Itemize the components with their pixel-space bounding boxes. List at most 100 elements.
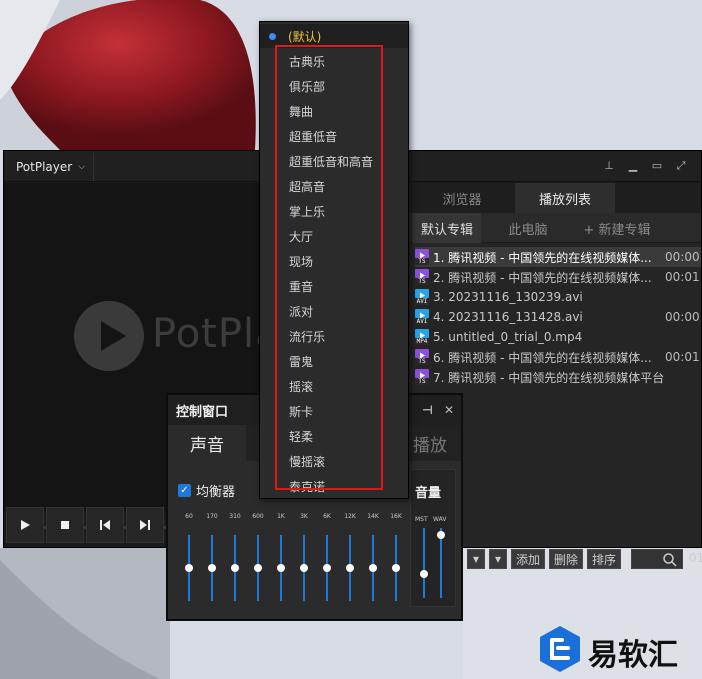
control-window-title-text: 控制窗口 bbox=[176, 404, 229, 420]
eq-slider-knob[interactable] bbox=[369, 564, 377, 572]
eq-slider-knob[interactable] bbox=[392, 564, 400, 572]
video-file-icon: TS bbox=[415, 269, 429, 285]
file-extension: TS bbox=[415, 278, 429, 285]
playlist-item-title: 2. 腾讯视频 - 中国领先的在线视频媒体... bbox=[433, 270, 652, 285]
eq-slider-knob[interactable] bbox=[208, 564, 216, 572]
app-menu-label: PotPlayer bbox=[16, 160, 73, 174]
previous-icon bbox=[100, 520, 110, 530]
tab-default-album[interactable]: 默认专辑 bbox=[413, 213, 481, 243]
eq-slider-knob[interactable] bbox=[323, 564, 331, 572]
playlist-row[interactable]: AVI 3. 20231116_130239.avi bbox=[415, 287, 701, 307]
file-extension: AVI bbox=[415, 298, 429, 305]
eq-slider-knob[interactable] bbox=[254, 564, 262, 572]
volume-channel-mst: MST bbox=[415, 516, 428, 523]
delete-button[interactable]: 删除 bbox=[549, 549, 583, 569]
playlist-row[interactable]: TS 7. 腾讯视频 - 中国领先的在线视频媒体平台,海... bbox=[415, 367, 701, 387]
move-down-button[interactable]: ▾ bbox=[489, 549, 507, 569]
fullscreen-icon[interactable]: ⤢ bbox=[674, 159, 688, 173]
playlist-item-duration: 00:00: bbox=[665, 250, 701, 264]
maximize-icon[interactable]: ▭ bbox=[650, 159, 664, 173]
equalizer-checkbox[interactable]: ✓ bbox=[178, 484, 191, 497]
tab-playlist[interactable]: 播放列表 bbox=[515, 183, 615, 213]
playlist-item-title: 4. 20231116_131428.avi bbox=[433, 310, 583, 324]
play-icon bbox=[21, 520, 30, 530]
next-button[interactable] bbox=[126, 507, 164, 543]
playlist-row[interactable]: AVI 4. 20231116_131428.avi 00:00: bbox=[415, 307, 701, 327]
eq-slider-knob[interactable] bbox=[346, 564, 354, 572]
search-box[interactable] bbox=[631, 549, 683, 569]
stop-button[interactable] bbox=[46, 507, 84, 543]
playlist-item-title: 1. 腾讯视频 - 中国领先的在线视频媒体... bbox=[433, 250, 652, 265]
volume-slider-knob[interactable] bbox=[437, 531, 445, 539]
playlist-list: TS 1. 腾讯视频 - 中国领先的在线视频媒体... 00:00: TS 2. 腾讯视… bbox=[415, 247, 701, 387]
equalizer-label: 均衡器 bbox=[196, 485, 236, 500]
app-menu-button[interactable]: PotPlayer ⌵ bbox=[6, 153, 94, 181]
eq-band-label: 16K bbox=[390, 513, 402, 520]
volume-channel-wav: WAV bbox=[433, 516, 447, 523]
volume-label: 音量 bbox=[415, 486, 442, 501]
radio-selected-icon bbox=[269, 33, 276, 40]
video-file-icon: TS bbox=[415, 249, 429, 265]
previous-button[interactable] bbox=[86, 507, 124, 543]
playlist-row[interactable]: TS 1. 腾讯视频 - 中国领先的在线视频媒体... 00:00: bbox=[415, 247, 701, 267]
highlight-annotation-box bbox=[275, 45, 383, 490]
new-album-button[interactable]: + 新建专辑 bbox=[575, 213, 659, 243]
eq-band-label: 14K bbox=[367, 513, 379, 520]
playlist-item-title: 3. 20231116_130239.avi bbox=[433, 290, 583, 304]
file-extension: TS bbox=[415, 358, 429, 365]
eq-band-label: 170 bbox=[206, 513, 218, 520]
eq-slider-knob[interactable] bbox=[277, 564, 285, 572]
video-file-icon: AVI bbox=[415, 309, 429, 325]
playlist-row[interactable]: TS 2. 腾讯视频 - 中国领先的在线视频媒体... 00:01: bbox=[415, 267, 701, 287]
volume-slider[interactable] bbox=[423, 528, 425, 598]
eq-band-label: 12K bbox=[344, 513, 356, 520]
play-button[interactable] bbox=[6, 507, 44, 543]
pin-icon[interactable]: ⊥ bbox=[602, 159, 616, 173]
sort-button[interactable]: 排序 bbox=[587, 549, 621, 569]
search-icon bbox=[663, 553, 677, 567]
potplayer-logo-icon bbox=[74, 301, 144, 371]
playlist-top-tabs: 浏览器 播放列表 bbox=[409, 183, 701, 213]
watermark: 易软汇 bbox=[538, 620, 700, 678]
add-button[interactable]: 添加 bbox=[511, 549, 545, 569]
equalizer-panel: 60 170 310 600 1K 3K 6K 12K 14K 16K bbox=[176, 507, 408, 607]
equalizer-toggle[interactable]: ✓ 均衡器 bbox=[178, 481, 235, 500]
playlist-item-duration: 00:01: bbox=[665, 270, 701, 284]
tab-sound[interactable]: 声音 bbox=[168, 425, 246, 461]
tab-this-pc[interactable]: 此电脑 bbox=[483, 213, 573, 243]
eq-band-label: 600 bbox=[252, 513, 264, 520]
file-extension: AVI bbox=[415, 318, 429, 325]
close-icon[interactable]: ✕ bbox=[444, 403, 454, 417]
eq-band-label: 6K bbox=[323, 513, 331, 520]
next-icon bbox=[140, 520, 150, 530]
watermark-logo-icon bbox=[540, 626, 580, 672]
eq-slider-knob[interactable] bbox=[185, 564, 193, 572]
time-readout: 01: bbox=[689, 551, 702, 565]
playlist-item-duration: 00:01: bbox=[665, 350, 701, 364]
eq-band-label: 60 bbox=[185, 513, 193, 520]
eq-band-label: 3K bbox=[300, 513, 308, 520]
watermark-text: 易软汇 bbox=[588, 638, 678, 673]
playlist-item-title: 5. untitled_0_trial_0.mp4 bbox=[433, 330, 583, 344]
eq-slider-knob[interactable] bbox=[300, 564, 308, 572]
playlist-row[interactable]: MP4 5. untitled_0_trial_0.mp4 bbox=[415, 327, 701, 347]
playlist-sub-tabs: 默认专辑 此电脑 + 新建专辑 bbox=[409, 213, 701, 243]
volume-slider-knob[interactable] bbox=[420, 569, 428, 578]
chevron-down-icon: ⌵ bbox=[78, 162, 86, 172]
pin-icon[interactable]: ⊣ bbox=[422, 403, 433, 417]
file-extension: TS bbox=[415, 378, 429, 385]
eq-slider-knob[interactable] bbox=[231, 564, 239, 572]
video-file-icon: AVI bbox=[415, 289, 429, 305]
minimize-icon[interactable]: ▁ bbox=[626, 159, 640, 173]
video-file-icon: TS bbox=[415, 349, 429, 365]
eq-band-label: 1K bbox=[277, 513, 285, 520]
playlist-item-title: 6. 腾讯视频 - 中国领先的在线视频媒体... bbox=[433, 350, 652, 365]
volume-panel: 音量 MST WAV bbox=[410, 469, 456, 607]
tab-browser[interactable]: 浏览器 bbox=[409, 183, 515, 213]
preset-default-label: (默认) bbox=[288, 30, 322, 44]
video-file-icon: MP4 bbox=[415, 329, 429, 345]
playlist-row[interactable]: TS 6. 腾讯视频 - 中国领先的在线视频媒体... 00:01: bbox=[415, 347, 701, 367]
move-up-button[interactable]: ▾ bbox=[467, 549, 485, 569]
playlist-item-title: 7. 腾讯视频 - 中国领先的在线视频媒体平台,海... bbox=[433, 370, 665, 385]
file-extension: MP4 bbox=[415, 338, 429, 345]
